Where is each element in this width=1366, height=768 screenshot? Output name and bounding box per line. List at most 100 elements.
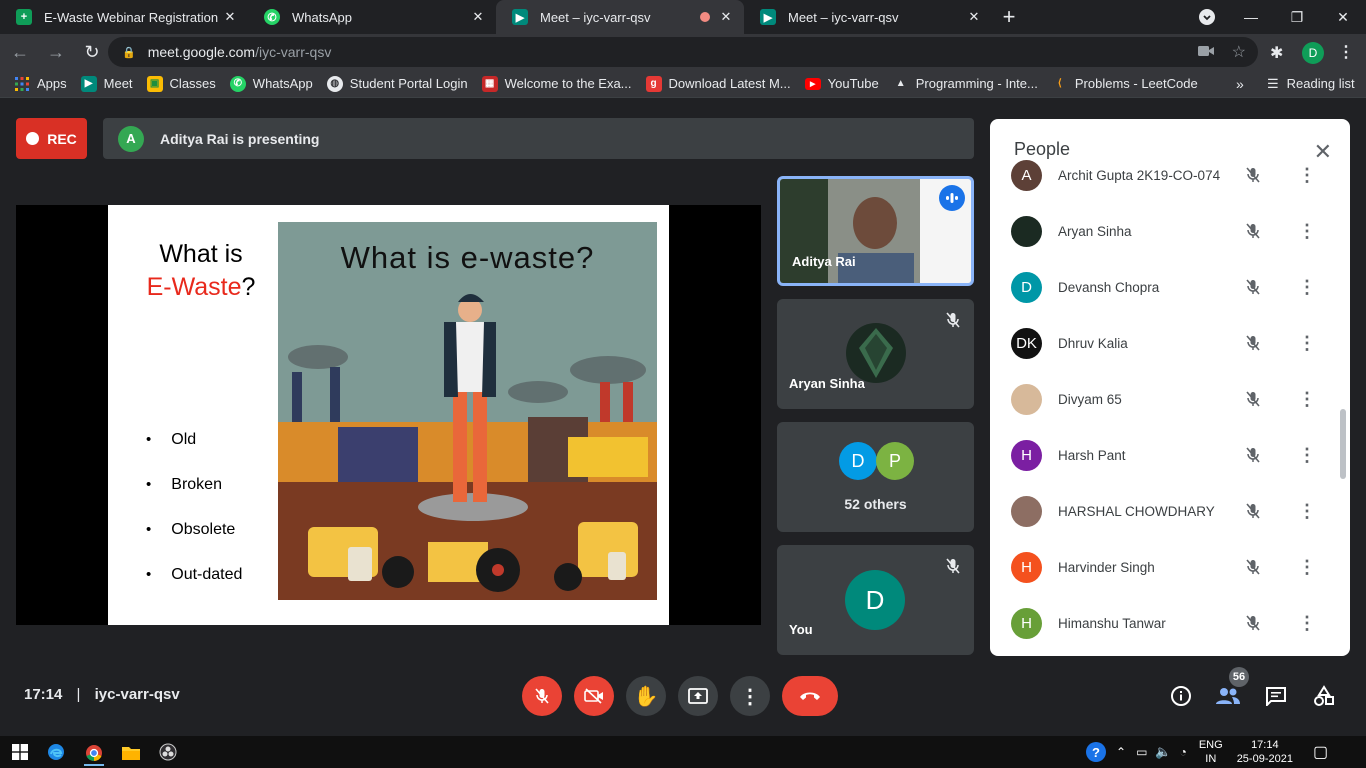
raise-hand-button[interactable]: ✋ [626,676,666,716]
participant-row[interactable]: HARSHAL CHOWDHARY ⋮ [990,483,1350,539]
camera-blocked-icon[interactable] [1198,44,1214,61]
bookmark-leetcode[interactable]: ⟨ Problems - LeetCode [1052,76,1198,92]
participant-more-icon[interactable]: ⋮ [1298,331,1316,355]
camera-toggle-button[interactable] [574,676,614,716]
panel-scrollbar[interactable] [1340,409,1346,479]
file-explorer-icon[interactable] [121,742,141,762]
participant-avatar: H [1011,439,1042,471]
reload-button[interactable]: ↻ [76,36,108,68]
hand-icon: ✋ [633,685,659,708]
meet-icon: ▶ [80,75,97,92]
close-tab-icon[interactable]: ✕ [222,9,238,25]
tab-search-icon[interactable] [1184,0,1230,34]
browser-tab-1[interactable]: + E-Waste Webinar Registration (e ✕ [0,0,248,34]
browser-tab-3-active[interactable]: ▶ Meet – iyc-varr-qsv ✕ [496,0,744,34]
presentation-stage[interactable]: What is E-Waste? Old Broken Obsolete Out… [16,205,761,625]
slide-title: What is E-Waste? [108,238,294,304]
minimize-button[interactable]: — [1228,0,1274,34]
participant-tile-presenter[interactable]: Aditya Rai [777,176,974,286]
mic-off-icon[interactable] [1244,614,1262,632]
taskbar-clock[interactable]: 17:14 25-09-2021 [1237,738,1293,766]
participant-row[interactable]: H Harsh Pant ⋮ [990,427,1350,483]
restore-button[interactable]: ❐ [1274,0,1320,34]
mic-off-icon[interactable] [1244,166,1262,184]
mic-off-icon[interactable] [1244,558,1262,576]
activities-button[interactable] [1311,683,1337,709]
bookmark-student-portal[interactable]: ◍ Student Portal Login [326,75,468,92]
bookmark-meet[interactable]: ▶ Meet [80,75,133,92]
participant-more-icon[interactable]: ⋮ [1298,163,1316,187]
mic-off-icon[interactable] [1244,222,1262,240]
mic-off-icon[interactable] [1244,390,1262,408]
close-tab-icon[interactable]: ✕ [718,9,734,25]
present-now-button[interactable] [678,676,718,716]
mic-off-icon[interactable] [1244,278,1262,296]
more-options-button[interactable]: ⋮ [730,676,770,716]
participant-more-icon[interactable]: ⋮ [1298,275,1316,299]
close-tab-icon[interactable]: ✕ [470,9,486,25]
leave-call-button[interactable] [782,676,838,716]
participant-more-icon[interactable]: ⋮ [1298,611,1316,635]
participant-row[interactable]: D Devansh Chopra ⋮ [990,259,1350,315]
bookmark-star-icon[interactable]: ☆ [1232,42,1246,62]
participant-more-icon[interactable]: ⋮ [1298,555,1316,579]
notification-icon[interactable]: ▢ [1313,742,1328,762]
meeting-details-button[interactable] [1168,683,1194,709]
control-bar: 17:14 | iyc-varr-qsv ✋ ⋮ 56 [0,656,1366,736]
participant-row[interactable]: Divyam 65 ⋮ [990,371,1350,427]
more-bookmarks-button[interactable]: » [1236,76,1244,92]
participant-more-icon[interactable]: ⋮ [1298,443,1316,467]
mic-toggle-button[interactable] [522,676,562,716]
close-window-button[interactable]: ✕ [1320,0,1366,34]
reading-list-button[interactable]: ☰ Reading list [1267,76,1355,92]
participant-more-icon[interactable]: ⋮ [1298,387,1316,411]
bookmark-whatsapp[interactable]: ✆ WhatsApp [229,75,313,92]
participant-row[interactable]: DK Dhruv Kalia ⋮ [990,315,1350,371]
obs-icon[interactable] [158,742,178,762]
others-tile[interactable]: D P 52 others [777,422,974,532]
classroom-icon: ▣ [146,75,163,92]
bookmark-classes[interactable]: ▣ Classes [146,75,216,92]
back-button[interactable]: ← [4,36,36,68]
participant-row[interactable]: A Archit Gupta 2K19-CO-074 ⋮ [990,147,1350,203]
browser-tab-4[interactable]: ▶ Meet – iyc-varr-qsv ✕ [744,0,992,34]
forward-button[interactable]: → [40,36,72,68]
more-vert-icon: ⋮ [740,685,760,708]
participant-name: HARSHAL CHOWDHARY [1058,503,1215,519]
participant-tile[interactable]: Aryan Sinha [777,299,974,409]
bookmark-exam-site[interactable]: ▦ Welcome to the Exa... [481,75,632,92]
bookmark-youtube[interactable]: ▶ YouTube [804,76,879,91]
close-tab-icon[interactable]: ✕ [966,9,982,25]
mic-off-icon[interactable] [1244,502,1262,520]
chrome-menu-icon[interactable]: ⋮ [1338,42,1354,62]
participant-avatar: D [1011,271,1042,303]
bookmark-download[interactable]: g Download Latest M... [645,75,791,92]
bookmark-programming[interactable]: ▲ Programming - Inte... [893,76,1038,92]
address-bar[interactable]: 🔒 meet.google.com/iyc-varr-qsv ☆ [108,37,1258,67]
battery-icon[interactable]: ▭ [1136,745,1147,759]
mic-off-icon[interactable] [1244,446,1262,464]
edge-icon[interactable] [46,742,66,762]
windows-start-icon[interactable] [10,742,30,762]
help-icon[interactable]: ? [1086,742,1106,762]
globe-icon: ◍ [326,75,343,92]
volume-icon[interactable]: 🔈 [1155,744,1171,760]
chat-button[interactable] [1263,683,1289,709]
new-tab-button[interactable]: + [992,0,1026,34]
chrome-taskbar-icon[interactable] [84,742,104,766]
bookmark-apps[interactable]: Apps [14,76,67,92]
participant-row[interactable]: Aryan Sinha ⋮ [990,203,1350,259]
participant-more-icon[interactable]: ⋮ [1298,219,1316,243]
extensions-icon[interactable]: ✱ [1270,43,1283,63]
language-indicator[interactable]: ENG IN [1199,738,1223,766]
profile-avatar[interactable]: D [1302,42,1324,64]
mic-off-icon[interactable] [1244,334,1262,352]
recording-button[interactable]: REC [16,118,87,159]
show-hidden-icons-icon[interactable]: ⌃ [1116,745,1126,759]
wifi-icon[interactable]: ◔ [1180,745,1187,759]
participant-more-icon[interactable]: ⋮ [1298,499,1316,523]
participant-row[interactable]: H Harvinder Singh ⋮ [990,539,1350,595]
participant-row[interactable]: H Himanshu Tanwar ⋮ [990,595,1350,651]
self-tile[interactable]: D You [777,545,974,655]
browser-tab-2[interactable]: ✆ WhatsApp ✕ [248,0,496,34]
